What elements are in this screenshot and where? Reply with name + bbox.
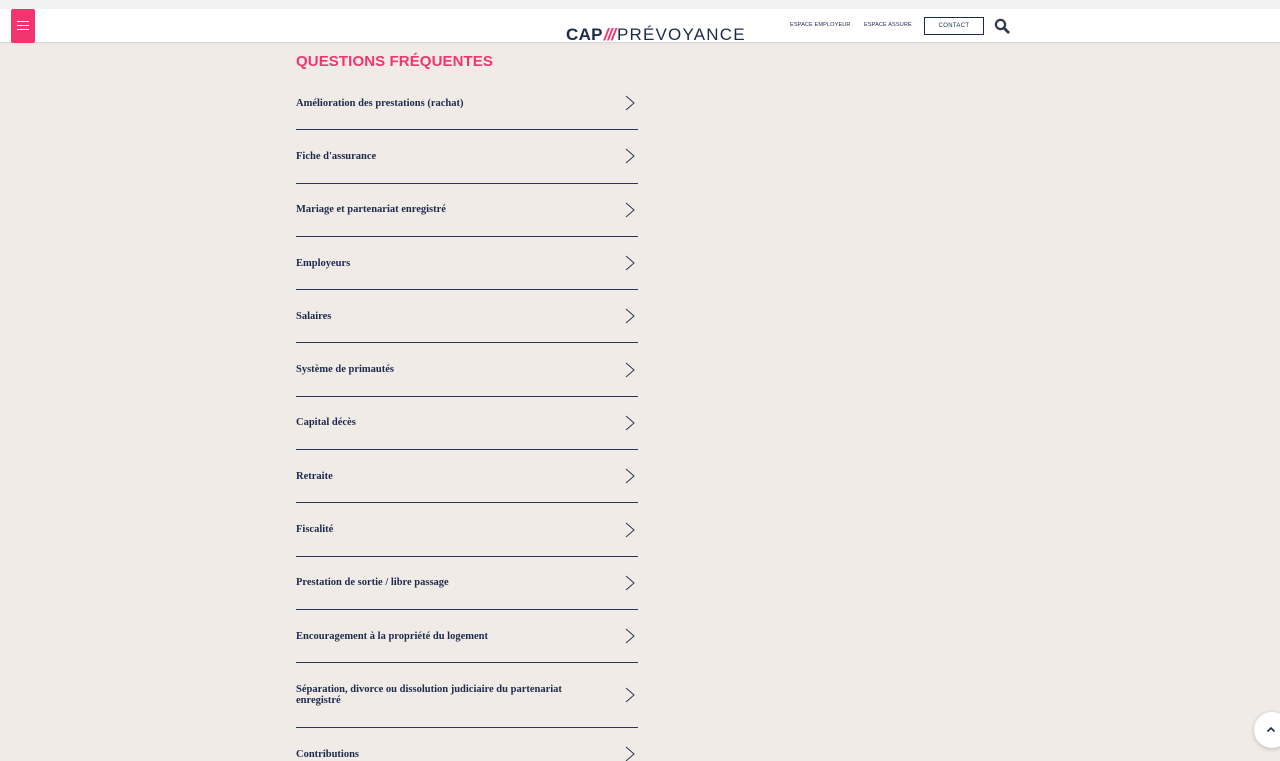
faq-item-label: Fiscalité: [296, 524, 334, 536]
chevron-right-icon: [625, 149, 635, 164]
logo-cap: CAP: [566, 25, 603, 44]
faq-item-label: Contributions: [296, 748, 360, 760]
faq-item[interactable]: Mariage et partenariat enregistré: [296, 184, 638, 237]
logo-name: PRÉVOYANCE: [616, 25, 746, 44]
faq-item[interactable]: Retraite: [296, 450, 638, 504]
site-logo[interactable]: CAP /// PRÉVOYANCE: [566, 24, 746, 46]
faq-item[interactable]: Contributions: [296, 728, 638, 761]
faq-item[interactable]: Employeurs: [296, 237, 638, 291]
nav-espace-employeur-link[interactable]: ESPACE EMPLOYEUR: [790, 22, 851, 32]
scroll-to-top-button[interactable]: [1254, 712, 1280, 748]
top-strip: [0, 0, 1280, 9]
faq-item[interactable]: Fiche d'assurance: [296, 130, 638, 184]
faq-item[interactable]: Séparation, divorce ou dissolution judic…: [296, 663, 638, 729]
faq-item-label: Salaires: [296, 310, 332, 322]
faq-item-label: Employeurs: [296, 257, 351, 269]
faq-item-label: Encouragement à la propriété du logement: [296, 630, 488, 642]
faq-item-label: Mariage et partenariat enregistré: [296, 204, 446, 216]
faq-item[interactable]: Encouragement à la propriété du logement: [296, 610, 638, 664]
chevron-right-icon: [625, 687, 635, 703]
faq-section-title: QUESTIONS FRÉQUENTES: [296, 53, 494, 70]
chevron-right-icon: [625, 747, 635, 761]
faq-item[interactable]: Amélioration des prestations (rachat): [296, 77, 638, 131]
faq-item-label: Fiche d'assurance: [296, 150, 377, 162]
chevron-right-icon: [625, 95, 635, 111]
faq-list: Amélioration des prestations (rachat) Fi…: [296, 77, 638, 761]
faq-item[interactable]: Système de primautés: [296, 343, 638, 397]
faq-item-label: Prestation de sortie / libre passage: [296, 577, 449, 589]
faq-item-label: Amélioration des prestations (rachat): [296, 97, 464, 109]
chevron-right-icon: [625, 415, 635, 431]
chevron-up-icon: [1266, 726, 1276, 733]
contact-button[interactable]: CONTACT: [924, 17, 984, 35]
chevron-right-icon: [625, 628, 635, 644]
faq-item-label: Système de primautés: [296, 364, 394, 376]
hamburger-menu-button[interactable]: [11, 9, 35, 43]
faq-item-label: Séparation, divorce ou dissolution judic…: [296, 684, 562, 707]
faq-item-label: Capital décès: [296, 417, 356, 429]
nav-espace-assure-link[interactable]: ESPACE ASSURÉ: [864, 22, 912, 32]
chevron-right-icon: [625, 255, 635, 271]
faq-item[interactable]: Salaires: [296, 290, 638, 344]
chevron-right-icon: [625, 202, 635, 218]
chevron-right-icon: [625, 362, 635, 378]
chevron-right-icon: [625, 522, 635, 537]
faq-item[interactable]: Fiscalité: [296, 503, 638, 557]
chevron-right-icon: [625, 468, 635, 484]
logo-slashes: ///: [603, 25, 616, 44]
faq-item[interactable]: Capital décès: [296, 397, 638, 451]
search-icon[interactable]: [994, 18, 1010, 34]
chevron-right-icon: [625, 308, 635, 324]
site-header: CAP /// PRÉVOYANCE: [0, 9, 1280, 46]
faq-item[interactable]: Prestation de sortie / libre passage: [296, 557, 638, 610]
chevron-right-icon: [625, 575, 635, 591]
faq-item-label: Retraite: [296, 470, 333, 482]
